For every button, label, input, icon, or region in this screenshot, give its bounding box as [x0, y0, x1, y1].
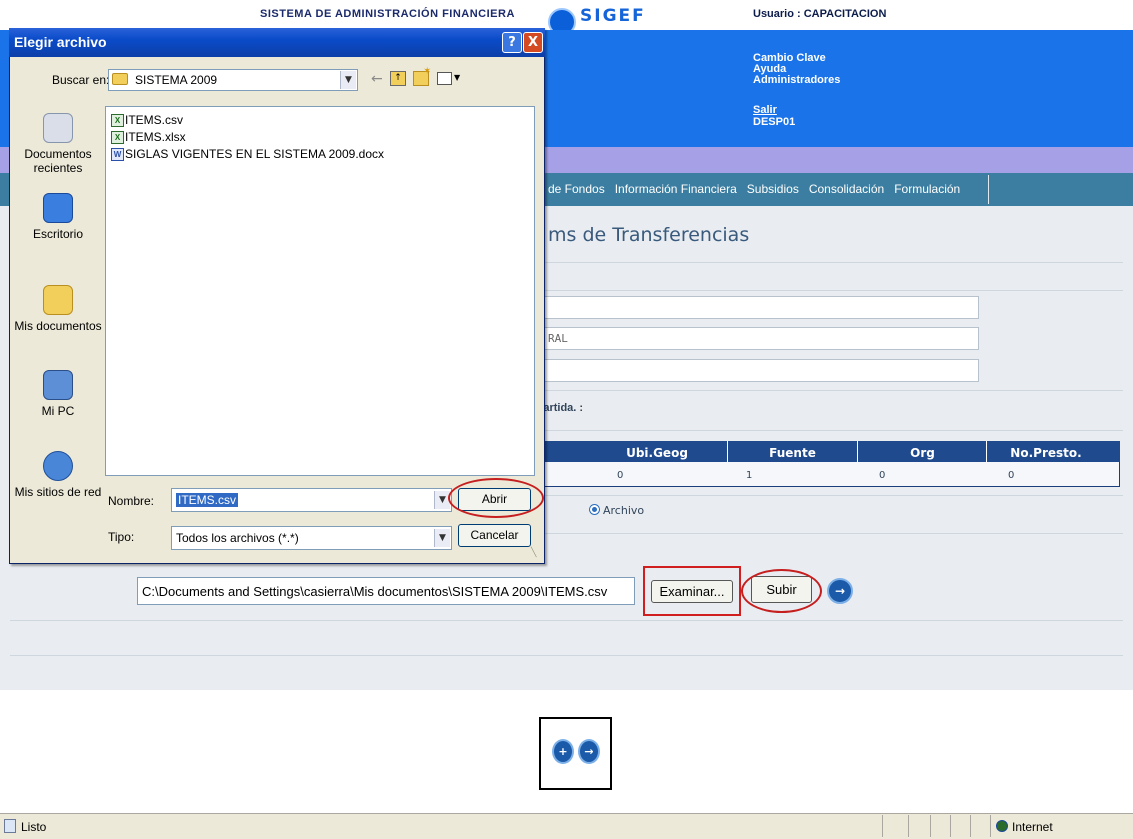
abrir-highlight-oval	[448, 478, 544, 518]
nav-item-informacion-financiera[interactable]: Información Financiera	[615, 182, 737, 196]
file-item[interactable]: W SIGLAS VIGENTES EN EL SISTEMA 2009.doc…	[111, 146, 384, 162]
recent-documents-icon	[43, 113, 73, 143]
examinar-highlight-box	[643, 566, 741, 616]
col-header-nopresto: No.Presto.	[1010, 446, 1082, 460]
file-item[interactable]: X ITEMS.csv	[111, 112, 183, 128]
page-icon	[4, 819, 16, 833]
table-col-divider	[727, 441, 728, 462]
file-name-input[interactable]: ITEMS.csv	[171, 488, 452, 512]
tipo-label: Tipo:	[108, 530, 135, 544]
table-col-divider	[986, 441, 987, 462]
file-type-dropdown[interactable]: Todos los archivos (*.*)	[171, 526, 452, 550]
status-text: Listo	[21, 820, 47, 834]
page-title: ms de Transferencias	[548, 224, 750, 246]
resize-grip-icon[interactable]: ╲	[531, 548, 536, 558]
internet-zone-icon	[996, 820, 1008, 832]
new-document-icon[interactable]: +	[552, 739, 574, 764]
system-title: SISTEMA DE ADMINISTRACIÓN FINANCIERA	[260, 8, 515, 20]
user-label: Usuario : CAPACITACION	[753, 8, 887, 20]
nombre-label: Nombre:	[108, 494, 155, 508]
exit-icon[interactable]: →	[578, 739, 600, 764]
dialog-title: Elegir archivo	[14, 34, 107, 50]
file-name-value: ITEMS.csv	[176, 493, 239, 507]
place-recent-documents[interactable]: Documentos recientes	[12, 113, 104, 175]
nav-item-subsidios[interactable]: Subsidios	[747, 182, 799, 196]
administradores-link[interactable]: Administradores	[753, 74, 840, 86]
table-cell: 0	[1008, 470, 1015, 481]
col-header-fuente: Fuente	[769, 446, 816, 460]
status-divider	[990, 815, 991, 837]
bottom-actions-box	[539, 717, 612, 790]
chevron-down-icon[interactable]: ▼	[434, 529, 450, 547]
form-field-1[interactable]	[534, 296, 979, 319]
excel-icon: X	[111, 113, 124, 127]
file-path-input[interactable]: C:\Documents and Settings\casierra\Mis d…	[137, 577, 635, 605]
table-cell: 0	[879, 470, 886, 481]
form-field-2-value: RAL	[548, 332, 568, 345]
place-desktop[interactable]: Escritorio	[12, 193, 104, 241]
nav-separator	[988, 175, 989, 204]
place-network[interactable]: Mis sitios de red	[12, 451, 104, 499]
close-button[interactable]: X	[523, 32, 543, 53]
folder-icon	[112, 73, 128, 85]
new-folder-star-icon: ✶	[423, 66, 432, 77]
place-my-documents[interactable]: Mis documentos	[12, 285, 104, 333]
subir-highlight-oval	[741, 569, 822, 613]
status-divider	[930, 815, 931, 837]
user-code: DESP01	[753, 116, 796, 128]
status-bar	[0, 813, 1133, 839]
zone-label: Internet	[1012, 820, 1053, 834]
file-name: ITEMS.csv	[125, 113, 184, 127]
place-label: Mi PC	[41, 404, 75, 418]
word-icon: W	[111, 147, 124, 161]
status-divider	[882, 815, 883, 837]
chevron-down-icon[interactable]: ▼	[454, 73, 460, 82]
file-name: SIGLAS VIGENTES EN EL SISTEMA 2009.docx	[125, 147, 384, 161]
views-menu-icon[interactable]	[437, 72, 452, 85]
main-nav-items: de Fondos Información Financiera Subsidi…	[548, 173, 970, 205]
buscar-en-label: Buscar en:	[52, 73, 110, 87]
buscar-en-dropdown[interactable]: SISTEMA 2009	[108, 69, 358, 91]
col-header-ubigeog: Ubi.Geog	[626, 446, 688, 460]
cancelar-button[interactable]: Cancelar	[458, 524, 531, 547]
nav-item-fondos[interactable]: de Fondos	[548, 182, 605, 196]
status-divider	[950, 815, 951, 837]
file-item[interactable]: X ITEMS.xlsx	[111, 129, 186, 145]
nav-item-consolidacion[interactable]: Consolidación	[809, 182, 884, 196]
table-cell: 1	[746, 470, 753, 481]
archivo-radio-dot	[592, 507, 597, 512]
chevron-down-icon[interactable]: ▼	[340, 71, 356, 89]
place-label: Documentos recientes	[24, 147, 92, 175]
network-places-icon	[43, 451, 73, 481]
table-cell: 0	[617, 470, 624, 481]
place-label: Mis documentos	[14, 319, 102, 333]
help-button[interactable]: ?	[502, 32, 522, 53]
place-label: Escritorio	[32, 227, 83, 241]
sigef-logo-text: SIGEF	[580, 6, 646, 26]
row-divider	[10, 655, 1123, 656]
salir-link[interactable]: Salir	[753, 104, 777, 116]
row-divider	[10, 620, 1123, 621]
my-documents-icon	[43, 285, 73, 315]
table-col-divider	[857, 441, 858, 462]
archivo-radio-label: Archivo	[603, 504, 645, 517]
col-header-org: Org	[910, 446, 935, 460]
place-label: Mis sitios de red	[14, 485, 102, 499]
form-field-3[interactable]	[534, 359, 979, 382]
status-divider	[908, 815, 909, 837]
form-field-2[interactable]	[534, 327, 979, 350]
desktop-icon	[43, 193, 73, 223]
place-my-computer[interactable]: Mi PC	[12, 370, 104, 418]
excel-icon: X	[111, 130, 124, 144]
status-divider	[970, 815, 971, 837]
my-computer-icon	[43, 370, 73, 400]
file-name: ITEMS.xlsx	[125, 130, 186, 144]
nav-item-formulacion[interactable]: Formulación	[894, 182, 960, 196]
back-arrow-icon[interactable]: ←	[371, 71, 383, 87]
up-folder-icon[interactable]: ↑	[390, 71, 406, 86]
exit-icon[interactable]: →	[827, 578, 853, 604]
